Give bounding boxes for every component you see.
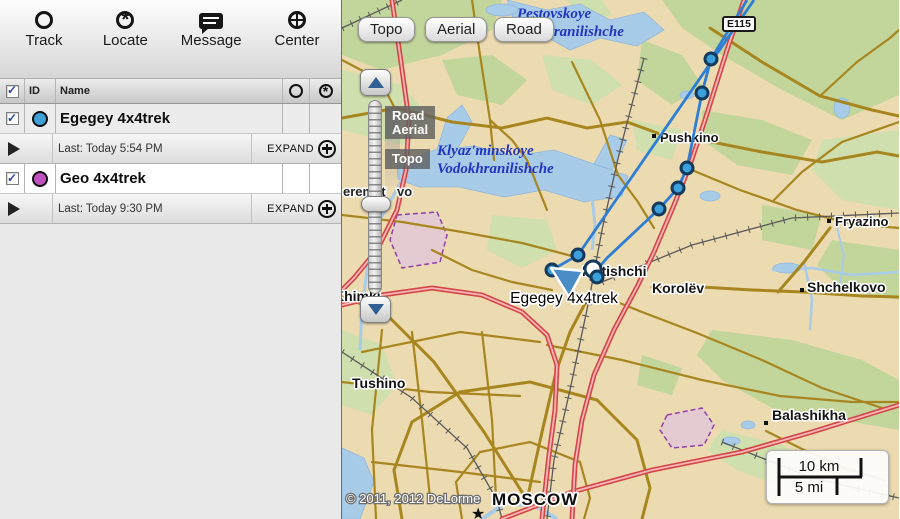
arrow-down-icon [368, 304, 384, 315]
tracker-row-geo[interactable]: ✓ Geo 4x4trek [0, 164, 341, 194]
map-artwork: Pestovskoye khranilishche Klyaz'minskoye… [342, 0, 899, 519]
city-label-fryazino: Fryazino [835, 214, 889, 229]
circle-outline-column-icon [289, 84, 303, 98]
track-circle-icon [35, 11, 53, 29]
tracker-row-egegey[interactable]: ✓ Egegey 4x4trek [0, 104, 341, 134]
message-button[interactable]: Message [181, 11, 242, 78]
expand-button[interactable]: EXPAND [251, 194, 341, 223]
shchelkovo-dot [800, 288, 804, 292]
aerial-button[interactable]: Aerial [425, 17, 487, 42]
city-label-korolev: Korolëv [652, 280, 704, 296]
center-crosshair-icon [288, 11, 306, 29]
city-label-balashikha: Balashikha [772, 407, 846, 423]
track-point [705, 53, 717, 65]
city-label-fragment-right: vo [397, 184, 412, 199]
track-point [696, 87, 708, 99]
pushkino-dot [652, 134, 656, 138]
tracker-color-dot [32, 171, 48, 187]
zoom-slider-thumb[interactable] [361, 196, 391, 212]
water-label-klyazminskoye-2: Vodokhranilishche [437, 161, 554, 177]
tracker-name: Geo 4x4trek [56, 164, 282, 193]
balashikha-dot [764, 421, 768, 425]
map-scale: 10 km 5 mi [766, 450, 889, 504]
row-checkbox[interactable]: ✓ [6, 172, 19, 185]
row-checkbox[interactable]: ✓ [6, 112, 19, 125]
water-label-klyazminskoye: Klyaz'minskoye [436, 143, 534, 159]
map-canvas[interactable]: Pestovskoye khranilishche Klyaz'minskoye… [342, 0, 899, 519]
expand-arrow-icon[interactable] [8, 202, 20, 216]
city-label-tushino: Tushino [352, 375, 405, 391]
map-copyright: © 2011, 2012 DeLorme [346, 491, 480, 506]
track-point [681, 162, 693, 174]
last-report-time: Last: Today 5:54 PM [53, 134, 251, 163]
city-label-moscow: MOSCOW [492, 490, 578, 509]
select-all-checkbox[interactable]: ✓ [6, 85, 19, 98]
expand-plus-icon [318, 140, 336, 158]
expand-label: EXPAND [267, 203, 314, 215]
route-badge: E115 [722, 16, 756, 32]
expand-label: EXPAND [267, 143, 314, 155]
locate-column-icon: * [319, 84, 333, 98]
capital-star-icon: ★ [471, 506, 485, 519]
panel-empty-area [0, 224, 341, 519]
expand-plus-icon [318, 200, 336, 218]
zoom-band-road-aerial: Road Aerial [385, 106, 435, 139]
scale-mi-label: 5 mi [795, 479, 823, 496]
center-button[interactable]: Center [271, 11, 323, 78]
last-report-time: Last: Today 9:30 PM [53, 194, 251, 223]
track-button-label: Track [26, 32, 63, 49]
track-point [672, 182, 684, 194]
locate-asterisk-icon: * [116, 11, 134, 29]
table-header: ✓ ID Name * [0, 79, 341, 104]
app-window: Track * Locate Message Center [0, 0, 900, 519]
city-label-shchelkovo: Shchelkovo [807, 279, 886, 295]
expand-button[interactable]: EXPAND [251, 134, 341, 163]
track-point [653, 203, 665, 215]
selected-tracker-label: Egegey 4x4trek [510, 290, 618, 307]
zoom-out-button[interactable] [360, 296, 391, 323]
tracker-detail-row: Last: Today 5:54 PM EXPAND [0, 134, 341, 164]
tracker-detail-row: Last: Today 9:30 PM EXPAND [0, 194, 341, 224]
message-bubble-icon [199, 13, 223, 29]
column-header-name: Name [56, 79, 282, 103]
tracker-table: ✓ ID Name * ✓ Egegey 4x4trek [0, 79, 341, 224]
locate-button-label: Locate [103, 32, 148, 49]
track-point [591, 271, 603, 283]
tracker-color-dot [32, 111, 48, 127]
topo-button[interactable]: Topo [358, 17, 415, 42]
scale-km-label: 10 km [799, 458, 840, 475]
tracker-name: Egegey 4x4trek [56, 104, 282, 133]
track-button[interactable]: Track [18, 11, 70, 78]
zoom-in-button[interactable] [360, 69, 391, 96]
arrow-up-icon [368, 77, 384, 88]
center-button-label: Center [274, 32, 319, 49]
message-button-label: Message [181, 32, 242, 49]
tracker-panel: Track * Locate Message Center [0, 0, 342, 519]
track-point [572, 249, 584, 261]
toolbar: Track * Locate Message Center [0, 0, 341, 79]
locate-button[interactable]: * Locate [99, 11, 151, 78]
expand-arrow-icon[interactable] [8, 142, 20, 156]
fryazino-dot [827, 219, 831, 223]
zoom-band-topo: Topo [385, 149, 430, 169]
road-button[interactable]: Road [494, 17, 554, 42]
city-label-pushkino: Pushkino [660, 130, 719, 145]
column-header-id: ID [25, 79, 56, 103]
